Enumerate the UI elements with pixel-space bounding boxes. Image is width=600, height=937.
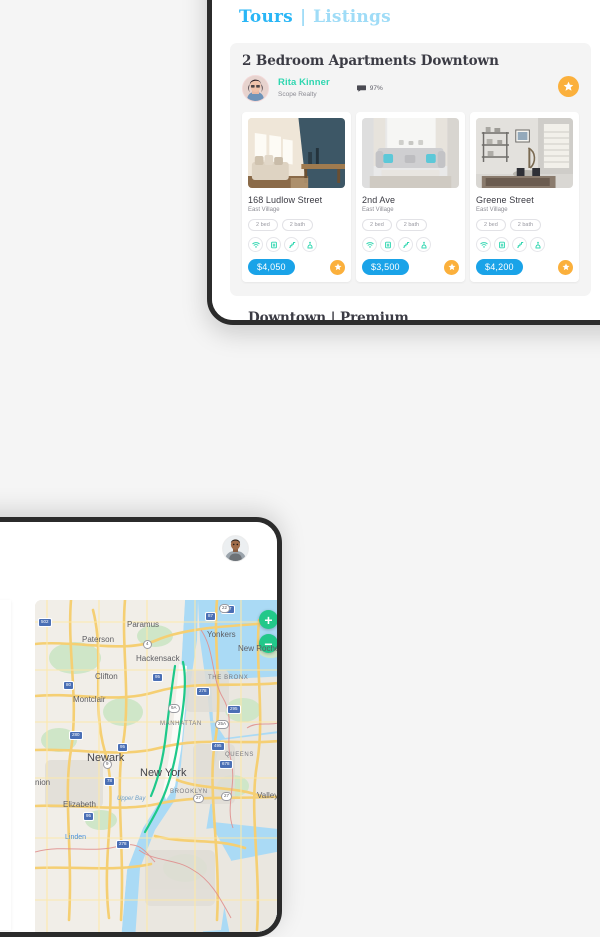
listing-specs: 2 bed 2 bath [362, 219, 459, 231]
agent-name[interactable]: Rita Kinner [278, 77, 330, 89]
price-button[interactable]: $4,200 [476, 259, 523, 275]
wifi-icon [476, 237, 491, 252]
listing-address: 168 Ludlow Street [248, 195, 323, 205]
interstate-shield-icon: 678 [219, 760, 233, 769]
beds-pill: 2 bed [476, 219, 506, 231]
avatar [242, 75, 269, 102]
interstate-shield-icon: 95 [152, 673, 164, 682]
elevator-icon [266, 237, 281, 252]
price-button[interactable]: $3,500 [362, 259, 409, 275]
interstate-shield-icon: 87 [205, 612, 217, 621]
listing-specs: 2 bed 2 bath [248, 219, 345, 231]
listing-specs: 2 bed 2 bath [476, 219, 573, 231]
listing-favorite-button[interactable] [558, 259, 573, 275]
tab-listings[interactable]: Listings [313, 7, 391, 27]
elevator-icon [494, 237, 509, 252]
price-row: $3,500 [362, 259, 459, 275]
state-route-shield-icon: 22 [219, 604, 231, 613]
listing-address: Greene Street [476, 195, 534, 205]
beds-pill: 2 bed [248, 219, 278, 231]
interstate-shield-icon: 280 [69, 731, 83, 740]
state-route-shield-icon: 9A [168, 704, 180, 713]
state-route-shield-icon: 9 [103, 760, 112, 769]
top-browser-window: Tours | Listings 2 Bedroom Apartments Do… [207, 0, 600, 325]
listing-neighborhood: East Village [476, 207, 508, 213]
map-zoom-out-button[interactable]: − [259, 634, 277, 653]
listing-card[interactable]: 168 Ludlow Street East Village 2 bed 2 b… [242, 112, 351, 282]
listing-photo [362, 118, 459, 188]
baths-pill: 2 bath [509, 219, 542, 231]
baths-pill: 2 bath [281, 219, 314, 231]
interstate-shield-icon: 502 [38, 618, 52, 627]
interstate-shield-icon: 495 [211, 742, 225, 751]
listing-photo [248, 118, 345, 188]
map-panel[interactable]: + − ParamusYonkersNew RochellePatersonHa… [35, 600, 277, 932]
interstate-shield-icon: 278 [196, 687, 210, 696]
amenity-row [362, 237, 459, 252]
map-zoom-in-button[interactable]: + [259, 610, 277, 629]
tab-separator: | [299, 7, 307, 27]
listing-cards: 168 Ludlow Street East Village 2 bed 2 b… [242, 112, 579, 282]
listing-favorite-button[interactable] [330, 259, 345, 275]
amenity-row [248, 237, 345, 252]
price-row: $4,050 [248, 259, 345, 275]
listing-address: 2nd Ave [362, 195, 396, 205]
laundry-icon [416, 237, 431, 252]
agent-meta: Rita Kinner Scope Realty [278, 77, 330, 99]
second-group-title: Downtown | Premium [248, 310, 409, 320]
state-route-shield-icon: 4 [143, 640, 152, 649]
listing-group-panel: 2 Bedroom Apartments Downtown Rita Kinne… [230, 43, 591, 296]
listing-photo [476, 118, 573, 188]
elevator-icon [380, 237, 395, 252]
beds-pill: 2 bed [362, 219, 392, 231]
interstate-shield-icon: 295 [227, 705, 241, 714]
listing-neighborhood: East Village [362, 207, 394, 213]
chat-bubble-icon [356, 85, 366, 92]
state-route-shield-icon: 25A [215, 720, 230, 729]
amenity-row [476, 237, 573, 252]
interstate-shield-icon: 80 [63, 681, 75, 690]
listing-card[interactable]: 2nd Ave East Village 2 bed 2 bath $3,500 [356, 112, 465, 282]
interstate-shield-icon: 95 [117, 743, 129, 752]
wifi-icon [362, 237, 377, 252]
tablet-viewport: + − ParamusYonkersNew RochellePatersonHa… [0, 522, 277, 932]
tab-tours[interactable]: Tours [239, 7, 293, 27]
side-listing-card[interactable] [0, 600, 11, 930]
stairs-icon [284, 237, 299, 252]
listing-neighborhood: East Village [248, 207, 280, 213]
interstate-shield-icon: 278 [116, 840, 130, 849]
map-canvas [35, 600, 277, 932]
agent-score: 97% [356, 85, 383, 92]
state-route-shield-icon: 27 [193, 794, 205, 803]
interstate-shield-icon: 78 [104, 777, 116, 786]
group-favorite-button[interactable] [558, 76, 579, 97]
price-button[interactable]: $4,050 [248, 259, 295, 275]
wifi-icon [248, 237, 263, 252]
top-window-viewport: Tours | Listings 2 Bedroom Apartments Do… [212, 0, 600, 320]
agent-company: Scope Realty [278, 91, 317, 99]
state-route-shield-icon: 27 [221, 792, 233, 801]
laundry-icon [530, 237, 545, 252]
listing-group-title: 2 Bedroom Apartments Downtown [242, 53, 499, 69]
stairs-icon [398, 237, 413, 252]
listing-card[interactable]: Greene Street East Village 2 bed 2 bath … [470, 112, 579, 282]
interstate-shield-icon: 95 [83, 812, 95, 821]
baths-pill: 2 bath [395, 219, 428, 231]
stairs-icon [512, 237, 527, 252]
agent-score-value: 97% [369, 85, 383, 92]
listing-favorite-button[interactable] [444, 259, 459, 275]
price-row: $4,200 [476, 259, 573, 275]
laundry-icon [302, 237, 317, 252]
avatar[interactable] [222, 535, 249, 562]
agent-row: Rita Kinner Scope Realty 97% [242, 75, 579, 102]
bottom-tablet-device: + − ParamusYonkersNew RochellePatersonHa… [0, 517, 282, 937]
tab-bar: Tours | Listings [239, 7, 391, 27]
